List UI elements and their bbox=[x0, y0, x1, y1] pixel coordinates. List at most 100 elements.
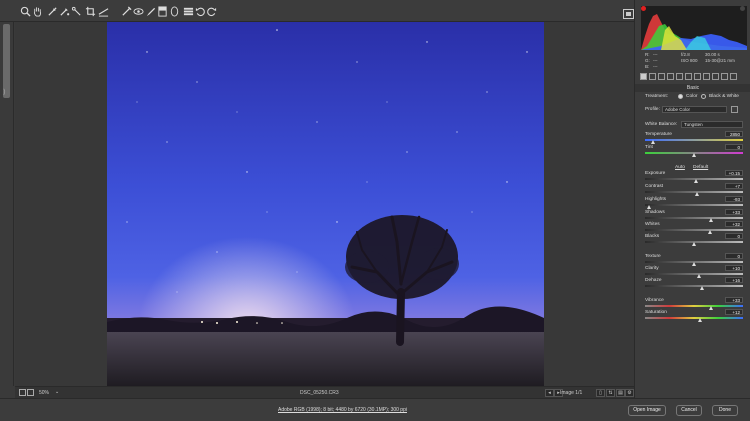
preview-image[interactable] bbox=[107, 22, 544, 386]
hand-tool-icon[interactable] bbox=[31, 5, 43, 17]
zoom-dropdown-icon[interactable]: ⌄ bbox=[55, 389, 59, 395]
saturation-slider[interactable] bbox=[645, 317, 743, 319]
clarity-label: Clarity bbox=[645, 266, 659, 271]
targeted-adjustment-tool-icon[interactable] bbox=[70, 5, 82, 17]
tint-label: Tint bbox=[645, 145, 653, 150]
fullscreen-icon[interactable] bbox=[623, 6, 634, 19]
dehaze-value-field[interactable]: +16 bbox=[725, 277, 743, 283]
tab-split-toning[interactable] bbox=[676, 73, 683, 80]
aperture: f/2.8 bbox=[681, 52, 690, 57]
red-eye-tool-icon[interactable] bbox=[132, 5, 144, 17]
treatment-bw-radio[interactable] bbox=[701, 94, 706, 99]
tab-detail[interactable] bbox=[658, 73, 665, 80]
temperature-value-field[interactable]: 2850 bbox=[725, 131, 743, 137]
image-count: Image 1/1 bbox=[560, 390, 583, 396]
highlights-slider-thumb[interactable] bbox=[646, 205, 651, 209]
settings-menu-icon[interactable]: ⚙ bbox=[625, 389, 634, 397]
tab-snapshots[interactable] bbox=[730, 73, 737, 80]
clarity-slider[interactable] bbox=[645, 273, 743, 275]
blacks-slider-thumb[interactable] bbox=[692, 242, 696, 246]
tab-presets[interactable] bbox=[721, 73, 728, 80]
whites-slider-thumb[interactable] bbox=[707, 230, 712, 234]
auto-button[interactable]: Auto bbox=[675, 165, 685, 170]
texture-slider-thumb[interactable] bbox=[692, 262, 696, 266]
cancel-button[interactable]: Cancel bbox=[676, 405, 702, 416]
saturation-slider-thumb[interactable] bbox=[697, 318, 702, 322]
vibrance-value-field[interactable]: +33 bbox=[725, 297, 743, 303]
dehaze-label: Dehaze bbox=[645, 278, 662, 283]
done-button[interactable]: Done bbox=[712, 405, 738, 416]
vibrance-slider-thumb[interactable] bbox=[708, 306, 713, 310]
lens: 15-30@21 mm bbox=[705, 58, 735, 63]
radial-filter-icon[interactable] bbox=[168, 5, 180, 17]
shadow-clipping-warning-icon[interactable] bbox=[641, 6, 646, 11]
tab-transform[interactable] bbox=[694, 73, 701, 80]
compare-view-icon[interactable] bbox=[27, 389, 34, 396]
clarity-value-field[interactable]: +10 bbox=[725, 265, 743, 271]
open-image-button[interactable]: Open Image bbox=[628, 405, 666, 416]
contrast-slider-thumb[interactable] bbox=[694, 192, 699, 196]
exposure-slider-thumb[interactable] bbox=[693, 179, 698, 183]
shadows-slider-thumb[interactable] bbox=[708, 218, 713, 222]
adjustment-brush-icon[interactable] bbox=[144, 5, 156, 17]
tab-basic[interactable] bbox=[640, 73, 647, 80]
whites-slider[interactable] bbox=[645, 229, 743, 231]
treatment-color-radio[interactable] bbox=[678, 94, 683, 99]
shadows-value-field[interactable]: +33 bbox=[725, 209, 743, 215]
camera-raw-window: ⟩ 50% ⌄ DSC_05250.CR3 ◂ ▸ Image 1/1 ▯ ⇅ … bbox=[0, 0, 750, 421]
tab-tone-curve[interactable] bbox=[649, 73, 656, 80]
highlights-slider[interactable] bbox=[645, 204, 743, 206]
exposure-value-field[interactable]: +0.15 bbox=[725, 170, 743, 176]
clarity-slider-thumb[interactable] bbox=[696, 274, 701, 278]
before-after-icon[interactable]: ▯ bbox=[596, 389, 605, 397]
white-balance-tool-icon[interactable] bbox=[46, 5, 58, 17]
shadows-slider[interactable] bbox=[645, 217, 743, 219]
straighten-tool-icon[interactable] bbox=[97, 5, 109, 17]
blacks-value-field[interactable]: 0 bbox=[725, 233, 743, 239]
rotate-cw-icon[interactable] bbox=[205, 5, 217, 17]
saturation-value-field[interactable]: +12 bbox=[725, 309, 743, 315]
zoom-tool-icon[interactable] bbox=[19, 5, 31, 17]
vibrance-slider[interactable] bbox=[645, 305, 743, 307]
white-balance-select[interactable]: Tungsten bbox=[681, 121, 743, 128]
color-sampler-tool-icon[interactable] bbox=[58, 5, 70, 17]
tint-value-field[interactable]: 0 bbox=[725, 144, 743, 150]
tab-hsl[interactable] bbox=[667, 73, 674, 80]
temperature-slider-thumb[interactable] bbox=[650, 140, 655, 144]
highlights-value-field[interactable]: -93 bbox=[725, 196, 743, 202]
tab-lens[interactable] bbox=[685, 73, 692, 80]
profile-select[interactable]: Adobe Color bbox=[662, 106, 727, 113]
single-view-icon[interactable] bbox=[19, 389, 26, 396]
toggle-settings-icon[interactable]: ▤ bbox=[616, 389, 625, 397]
graduated-filter-icon[interactable] bbox=[156, 5, 168, 17]
shadows-label: Shadows bbox=[645, 210, 665, 215]
default-button[interactable]: Default bbox=[693, 165, 708, 170]
profile-browser-icon[interactable] bbox=[731, 106, 738, 113]
iso: ISO 800 bbox=[681, 58, 698, 63]
bottom-bar: Adobe RGB (1998); 8 bit; 4480 by 6720 (3… bbox=[0, 398, 750, 421]
workflow-options-link[interactable]: Adobe RGB (1998); 8 bit; 4480 by 6720 (3… bbox=[278, 407, 407, 413]
dehaze-slider-thumb[interactable] bbox=[699, 286, 704, 290]
whites-value-field[interactable]: +32 bbox=[725, 221, 743, 227]
crop-tool-icon[interactable] bbox=[84, 5, 96, 17]
histogram bbox=[641, 6, 747, 50]
highlight-clipping-warning-icon[interactable] bbox=[740, 6, 745, 11]
image-info: R: --- f/2.8 30.00 s G: --- ISO 800 15-30@21 m… bbox=[645, 52, 735, 69]
texture-value-field[interactable]: 0 bbox=[725, 253, 743, 259]
dehaze-slider[interactable] bbox=[645, 285, 743, 287]
tab-effects[interactable] bbox=[703, 73, 710, 80]
expand-filmstrip-icon[interactable]: ⟩ bbox=[3, 88, 6, 96]
shutter-speed: 30.00 s bbox=[705, 52, 720, 57]
temperature-slider[interactable] bbox=[645, 139, 743, 141]
swap-settings-icon[interactable]: ⇅ bbox=[606, 389, 615, 397]
contrast-value-field[interactable]: +7 bbox=[725, 183, 743, 189]
whites-label: Whites bbox=[645, 222, 660, 227]
zoom-level[interactable]: 50% bbox=[39, 390, 49, 396]
panel-tabs bbox=[640, 72, 748, 82]
spot-removal-tool-icon[interactable] bbox=[120, 5, 132, 17]
tab-calibration[interactable] bbox=[712, 73, 719, 80]
preferences-icon[interactable] bbox=[182, 5, 194, 17]
tint-slider-thumb[interactable] bbox=[692, 153, 696, 157]
previous-image-button[interactable]: ◂ bbox=[545, 389, 554, 397]
filmstrip-scrollbar[interactable] bbox=[3, 24, 10, 98]
